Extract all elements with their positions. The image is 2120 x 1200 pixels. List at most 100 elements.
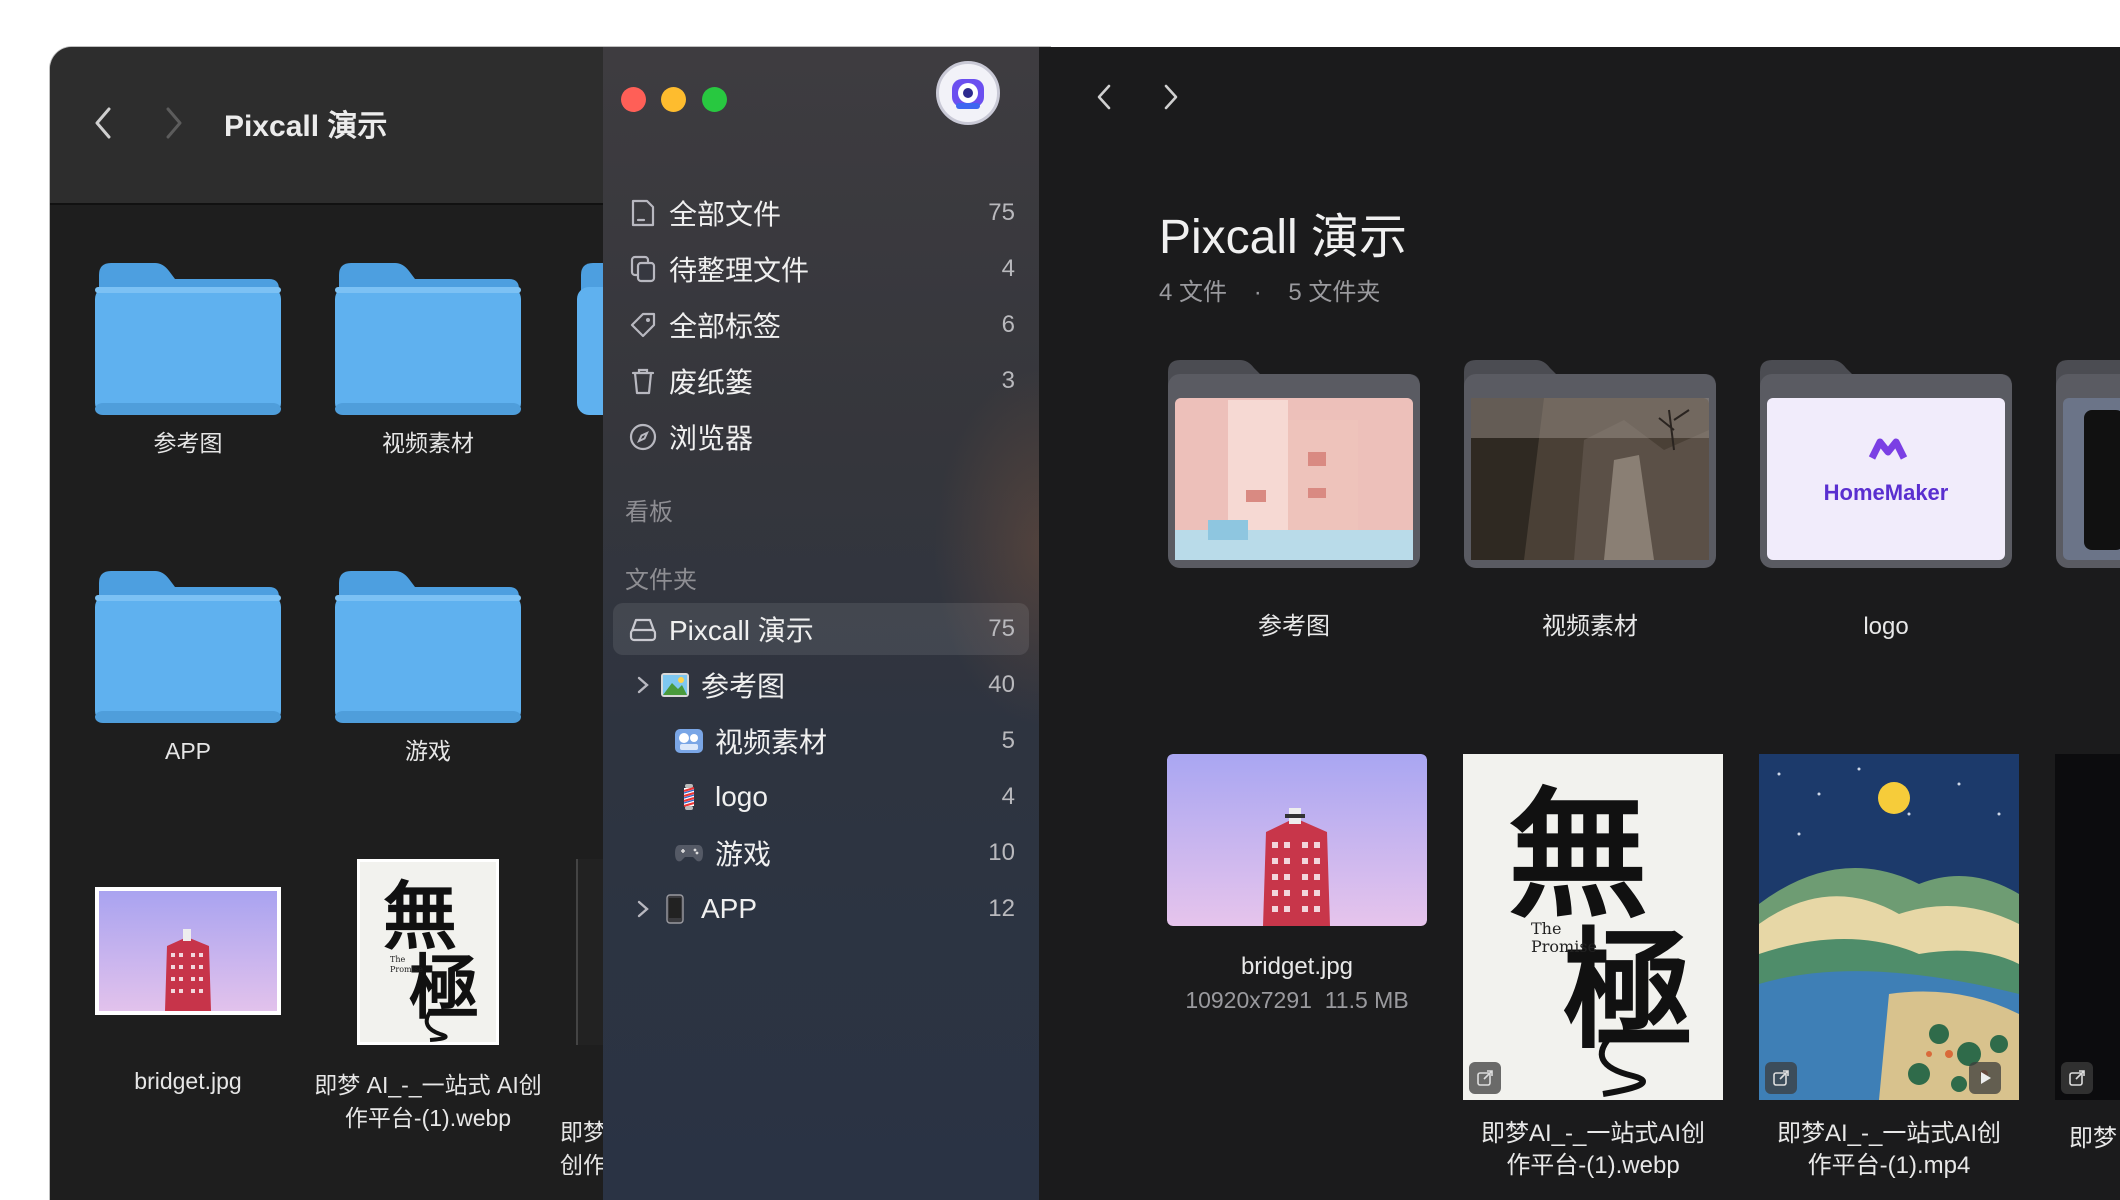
- sidebar-item-label: logo: [715, 781, 768, 812]
- landscape-illustration-icon: [1759, 754, 2019, 1100]
- sidebar-item-count: 5: [1001, 727, 1015, 754]
- sidebar-folder-logo[interactable]: logo 4: [613, 771, 1029, 823]
- finder-item-label: bridget.jpg: [134, 1068, 242, 1094]
- sidebar-item-count: 75: [988, 199, 1015, 226]
- finder-back-button[interactable]: [83, 103, 123, 143]
- sidebar-item-all-tags[interactable]: 全部标签 6: [613, 299, 1029, 351]
- sidebar-item-label: 全部标签: [669, 311, 782, 342]
- calligraphy-poster-icon: 無 極 The Promise: [360, 862, 496, 1042]
- folder-card-label: 参考图: [1258, 613, 1330, 640]
- window-minimize-button[interactable]: [661, 87, 686, 112]
- copy-files-icon: [627, 253, 659, 285]
- file-card-label: bridget.jpg: [1240, 953, 1354, 980]
- folder-card[interactable]: 参考图: [1168, 360, 1420, 643]
- poster-glyph: 極: [409, 946, 479, 1029]
- section-header-folders: 文件夹: [625, 567, 697, 594]
- sidebar-item-label: APP: [701, 893, 758, 924]
- mobile-phone-emoji-icon: [659, 893, 691, 925]
- sidebar-folder-video[interactable]: 视频素材 5: [613, 715, 1029, 767]
- play-icon[interactable]: [1969, 1062, 2001, 1094]
- file-card[interactable]: 無 極 The Promise 即梦AI_-_一站式AI创 作平台-(1).we…: [1463, 754, 1723, 1182]
- file-card-label-line: 作平台-(1).mp4: [1807, 1152, 1971, 1179]
- sidebar-item-count: 75: [988, 615, 1015, 642]
- file-thumbnail: [576, 859, 606, 1045]
- chevron-right-icon[interactable]: [633, 893, 653, 925]
- barber-pole-emoji-icon: [673, 781, 705, 813]
- external-link-icon[interactable]: [1469, 1062, 1501, 1094]
- file-card-label: 即梦AI_-_一站式AI创 作平台-(1).webp: [1463, 1118, 1723, 1182]
- finder-folder[interactable]: 视频素材: [313, 257, 543, 460]
- sidebar-item-count: 10: [988, 839, 1015, 866]
- chevron-right-icon[interactable]: [633, 669, 653, 701]
- sidebar-item-label: Pixcall 演示: [669, 615, 814, 646]
- sidebar-item-browser[interactable]: 浏览器: [613, 411, 1029, 463]
- pixcall-window: 全部文件 75 待整理文件 4 全部标签 6 废纸篓 3 浏览器 看板 文件夹: [603, 47, 2120, 1200]
- folder-preview-icon: [2056, 360, 2120, 568]
- sidebar-item-all-files[interactable]: 全部文件 75: [613, 187, 1029, 239]
- avatar[interactable]: [936, 61, 1000, 125]
- file-card-label-line: 作平台-(1).webp: [1506, 1152, 1680, 1179]
- sidebar-item-label: 浏览器: [669, 423, 754, 454]
- avatar-icon: [952, 79, 984, 109]
- logo-text: HomeMaker: [1824, 480, 1949, 505]
- sidebar-item-unsorted[interactable]: 待整理文件 4: [613, 243, 1029, 295]
- finder-title: Pixcall 演示: [224, 110, 388, 143]
- sidebar-item-trash[interactable]: 废纸篓 3: [613, 355, 1029, 407]
- finder-item-label: 视频素材: [382, 430, 474, 456]
- building-thumbnail-icon: [99, 891, 277, 1011]
- sidebar-folder-reference[interactable]: 参考图 40: [613, 659, 1029, 711]
- folder-preview-icon: [1168, 360, 1420, 568]
- chevron-right-icon: [1164, 84, 1178, 110]
- poster-text: Promise: [1531, 937, 1597, 956]
- files-count: 4 文件: [1159, 279, 1228, 306]
- folder-card[interactable]: HomeMaker logo: [1760, 360, 2012, 643]
- sidebar-item-count: 3: [1001, 367, 1015, 394]
- finder-folder[interactable]: APP: [73, 565, 303, 768]
- sidebar-folder-pixcall[interactable]: Pixcall 演示 75: [613, 603, 1029, 655]
- file-icon: [627, 197, 659, 229]
- finder-forward-button[interactable]: [154, 103, 194, 143]
- external-link-icon[interactable]: [1765, 1062, 1797, 1094]
- file-thumbnail: 無 極 The Promise: [357, 859, 499, 1045]
- finder-file[interactable]: bridget.jpg: [73, 887, 303, 1098]
- folder-icon: [95, 571, 281, 723]
- game-controller-emoji-icon: [673, 837, 705, 869]
- folders-count: 5 文件夹: [1288, 279, 1381, 306]
- finder-file[interactable]: 無 極 The Promise 即梦 AI_-_一站式 AI创作平台-(1).w…: [313, 859, 543, 1135]
- file-card[interactable]: bridget.jpg 10920x7291 11.5 MB: [1167, 754, 1427, 1014]
- file-card-label: 即梦: [2069, 1125, 2117, 1152]
- chevron-left-icon: [95, 107, 111, 139]
- window-close-button[interactable]: [621, 87, 646, 112]
- finder-folder[interactable]: 参考图: [73, 257, 303, 460]
- section-header-board: 看板: [625, 499, 673, 526]
- drive-icon: [627, 613, 659, 645]
- sidebar-item-count: 4: [1001, 783, 1015, 810]
- forward-button[interactable]: [1151, 77, 1191, 117]
- file-card[interactable]: 即梦AI_-_一站式AI创 作平台-(1).mp4: [1759, 754, 2019, 1182]
- folder-icon: [577, 263, 605, 415]
- file-card-label-line: 即梦AI_-_一站式AI创: [1480, 1120, 1706, 1147]
- sidebar-folder-games[interactable]: 游戏 10: [613, 827, 1029, 879]
- finder-item-label: APP: [164, 738, 212, 764]
- folder-stats: 4 文件 · 5 文件夹: [1159, 272, 1380, 307]
- finder-item-label: 参考图: [153, 430, 223, 456]
- compass-icon: [627, 421, 659, 453]
- file-thumbnail: 無 極 The Promise: [1463, 754, 1723, 1100]
- sidebar-item-label: 视频素材: [715, 727, 828, 758]
- folder-card-label: 视频素材: [1542, 613, 1638, 640]
- folder-card[interactable]: 视频素材: [1464, 360, 1716, 643]
- finder-folder[interactable]: 游戏: [313, 565, 543, 768]
- sidebar-folder-app[interactable]: APP 12: [613, 883, 1029, 935]
- poster-text: Promise: [390, 965, 423, 974]
- file-card-label: 即梦AI_-_一站式AI创 作平台-(1).mp4: [1759, 1118, 2019, 1182]
- sidebar: 全部文件 75 待整理文件 4 全部标签 6 废纸篓 3 浏览器 看板 文件夹: [603, 47, 1039, 1200]
- external-link-icon[interactable]: [2061, 1062, 2093, 1094]
- window-zoom-button[interactable]: [702, 87, 727, 112]
- file-thumbnail[interactable]: [2055, 754, 2120, 1100]
- folder-preview-icon: HomeMaker: [1760, 360, 2012, 568]
- sidebar-item-label: 废纸篓: [669, 367, 754, 398]
- back-button[interactable]: [1084, 77, 1124, 117]
- sidebar-item-label: 游戏: [715, 839, 772, 870]
- file-card-meta: 10920x7291 11.5 MB: [1167, 987, 1427, 1014]
- file-size: 11.5 MB: [1324, 987, 1409, 1013]
